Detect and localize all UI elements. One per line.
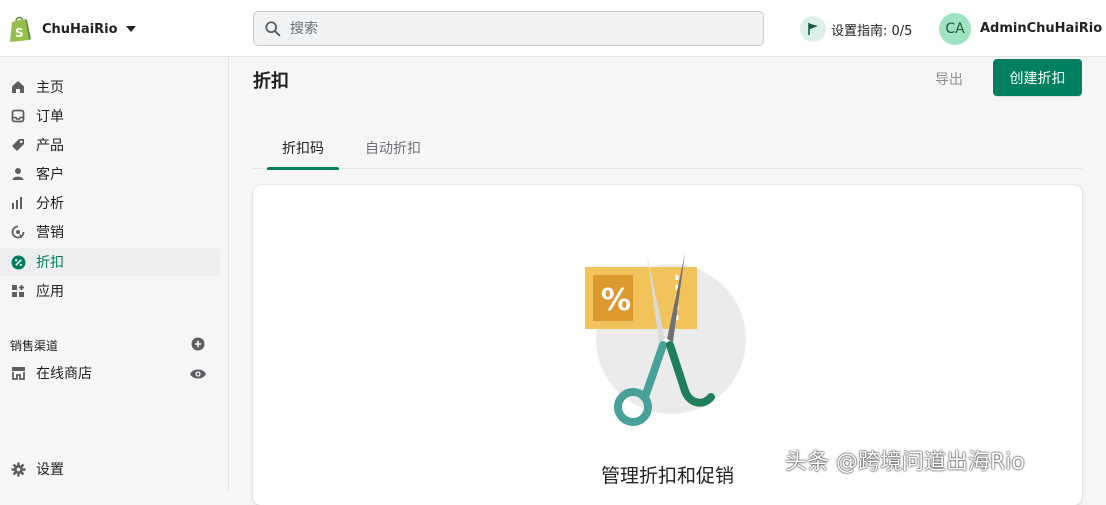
discount-icon [10,254,26,270]
sidebar-item-label: 订单 [36,109,64,125]
sidebar-item-products[interactable]: 产品 [0,131,220,159]
export-button[interactable]: 导出 [935,69,963,89]
sidebar-item-label: 分析 [36,196,64,212]
sidebar-item-customers[interactable]: 客户 [0,160,220,188]
user-name: AdminChuHaiRio [980,21,1103,36]
store-name: ChuHaiRio [42,21,118,37]
home-icon [10,79,26,95]
store-switcher[interactable]: S ChuHaiRio [8,14,136,44]
sidebar-item-orders[interactable]: 订单 [0,102,220,130]
store-icon [10,365,26,381]
sidebar-item-label: 应用 [36,284,64,300]
sidebar-item-label: 主页 [36,80,64,96]
apps-icon [10,283,26,299]
tab-bar: 折扣码 自动折扣 [253,127,1082,170]
sidebar-item-apps[interactable]: 应用 [0,277,220,305]
sidebar-item-label: 营销 [36,225,64,241]
sidebar-item-home[interactable]: 主页 [0,73,220,101]
search-icon [265,20,281,36]
person-icon [10,166,26,182]
sidebar-item-label: 设置 [36,462,64,478]
svg-text:S: S [15,26,24,40]
main-content: 折扣 导出 创建折扣 折扣码 自动折扣 % 管理折扣和促销 [229,57,1106,505]
tag-icon [10,137,26,153]
sidebar-item-label: 在线商店 [36,366,92,382]
sidebar: 主页 订单 产品 客户 分析 营销 折扣 应用 销售渠道 在线商店 设置 [0,57,229,491]
user-menu[interactable]: CA AdminChuHaiRio [939,12,1102,45]
watermark: 头条 @跨境问道出海Rio [785,450,1025,475]
tab-automatic-discounts[interactable]: 自动折扣 [353,127,433,169]
sidebar-item-label: 产品 [36,138,64,154]
target-icon [10,224,26,240]
sidebar-item-online-store[interactable]: 在线商店 [0,359,220,387]
search-box[interactable] [253,11,764,46]
sidebar-item-settings[interactable]: 设置 [0,455,220,483]
shopify-logo-icon: S [10,16,31,42]
orders-icon [10,108,26,124]
setup-guide-button[interactable]: 设置指南: 0/5 [800,15,912,43]
page-title: 折扣 [253,71,289,92]
sales-channels-heading: 销售渠道 [10,339,59,353]
eye-icon[interactable] [189,367,207,381]
search-input[interactable] [290,20,730,37]
create-discount-button[interactable]: 创建折扣 [993,59,1082,96]
sidebar-item-label: 客户 [36,167,64,183]
setup-guide-label: 设置指南: 0/5 [831,23,913,39]
sidebar-item-label: 折扣 [36,255,64,271]
avatar: CA [939,12,971,45]
bar-chart-icon [10,195,26,211]
sidebar-item-marketing[interactable]: 营销 [0,218,220,246]
svg-text:%: % [601,283,631,318]
sidebar-item-discounts[interactable]: 折扣 [0,248,220,276]
gear-icon [10,461,26,477]
tab-discount-codes[interactable]: 折扣码 [267,127,339,170]
sidebar-item-analytics[interactable]: 分析 [0,189,220,217]
add-circle-icon[interactable] [191,337,205,351]
flag-icon [800,16,826,42]
scissors-coupon-illustration: % [585,253,746,426]
top-bar: S ChuHaiRio 设置指南: 0/5 CA AdminChuHaiRio [0,0,1106,57]
caret-down-icon [125,26,136,32]
